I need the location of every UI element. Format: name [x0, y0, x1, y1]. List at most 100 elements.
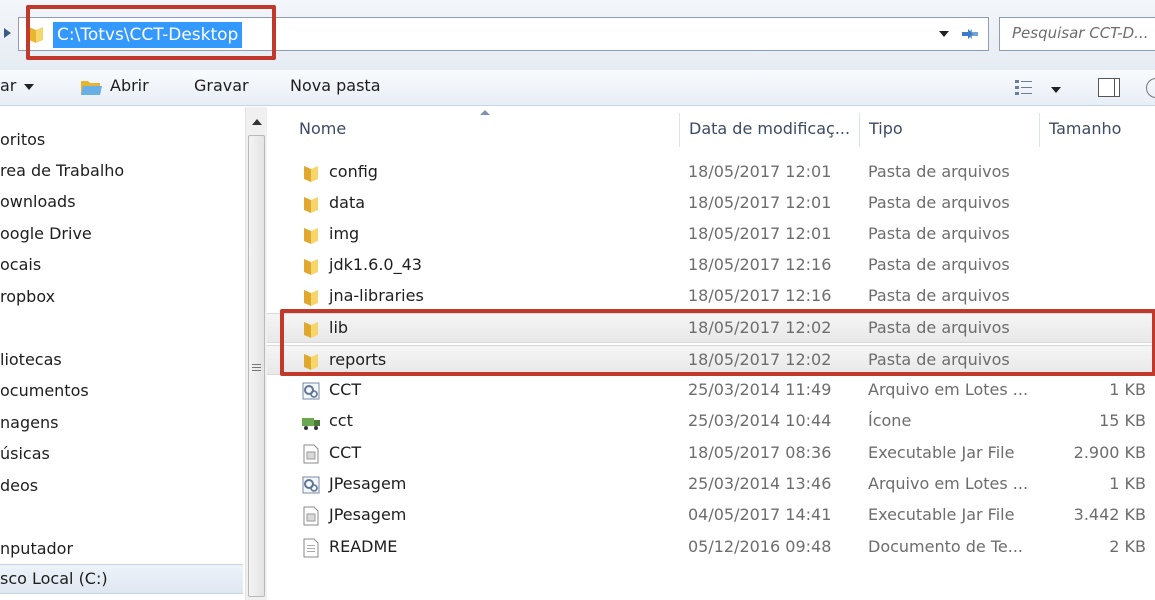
file-name: jdk1.6.0_43 [329, 255, 422, 274]
file-modified-date: 18/05/2017 12:01 [688, 162, 832, 181]
file-row[interactable]: data 18/05/2017 12:01 Pasta de arquivos [267, 189, 1155, 219]
file-name: JPesagem [329, 474, 407, 493]
sidebar-item-desktop[interactable]: rea de Trabalho [0, 161, 124, 180]
file-name: img [329, 224, 360, 243]
file-modified-date: 18/05/2017 12:01 [688, 224, 832, 243]
column-divider[interactable] [859, 113, 860, 147]
file-row[interactable]: jdk1.6.0_43 18/05/2017 12:16 Pasta de arqu… [267, 251, 1155, 281]
file-name: JPesagem [329, 505, 407, 524]
file-row[interactable]: CCT 25/03/2014 11:49 Arquivo em Lotes ... 1… [267, 376, 1155, 406]
file-modified-date: 25/03/2014 10:44 [688, 411, 832, 430]
scrollbar-grip-icon [252, 364, 261, 371]
preview-pane-icon[interactable] [1098, 78, 1120, 97]
help-icon[interactable] [1146, 78, 1155, 98]
file-modified-date: 05/12/2016 09:48 [688, 537, 832, 556]
file-type: Arquivo em Lotes ... [868, 380, 1029, 399]
file-name: README [329, 537, 398, 556]
refresh-icon [962, 29, 978, 39]
file-size: 1 KB [1109, 380, 1146, 399]
file-row[interactable]: cct 25/03/2014 10:44 Ícone 15 KB [267, 407, 1155, 437]
scroll-up-arrow-icon[interactable] [252, 119, 262, 125]
file-modified-date: 18/05/2017 12:16 [688, 255, 832, 274]
new-folder-button[interactable]: Nova pasta [290, 76, 381, 95]
sidebar-item-documents[interactable]: ocumentos [0, 381, 89, 400]
sidebar-scrollbar[interactable] [245, 107, 267, 600]
file-row[interactable]: img 18/05/2017 12:01 Pasta de arquivos [267, 220, 1155, 250]
file-type: Pasta de arquivos [868, 193, 1010, 212]
file-name: CCT [329, 380, 362, 399]
burn-button[interactable]: Gravar [194, 76, 249, 95]
column-header-size[interactable]: Tamanho [1049, 119, 1121, 138]
scrollbar-thumb[interactable] [248, 135, 265, 597]
jar-file-icon [301, 506, 321, 526]
file-size: 2 KB [1109, 537, 1146, 556]
file-name: data [329, 193, 366, 212]
sidebar-item-computer[interactable]: nputador [0, 539, 73, 558]
text-document-icon [301, 538, 321, 558]
sidebar-item-videos[interactable]: deos [0, 476, 38, 495]
file-modified-date: 25/03/2014 11:49 [688, 380, 832, 399]
column-divider[interactable] [1039, 113, 1040, 147]
refresh-button[interactable] [953, 17, 989, 51]
column-divider[interactable] [679, 113, 680, 147]
sidebar-item-libraries[interactable]: liotecas [0, 350, 62, 369]
address-bar-area: C:\Totvs\CCT-Desktop Pesquisar CCT-D... [0, 0, 1155, 70]
batch-file-icon [301, 381, 321, 401]
column-header-name[interactable]: Nome [299, 119, 346, 138]
sidebar-item-recent-places[interactable]: ocais [0, 255, 41, 274]
file-name: cct [329, 411, 353, 430]
folder-icon [301, 256, 321, 276]
file-type: Pasta de arquivos [868, 286, 1010, 305]
file-modified-date: 04/05/2017 14:41 [688, 505, 832, 524]
sidebar-item-local-disk[interactable]: sco Local (C:) [0, 564, 243, 594]
folder-icon [301, 163, 321, 183]
file-row[interactable]: CCT 18/05/2017 08:36 Executable Jar File 2.… [267, 439, 1155, 469]
file-row[interactable]: JPesagem 04/05/2017 14:41 Executable Jar F… [267, 501, 1155, 531]
view-dropdown-icon[interactable] [1051, 87, 1061, 93]
organize-dropdown-icon [24, 83, 35, 90]
file-size: 2.900 KB [1073, 443, 1146, 462]
rows-highlight-box [280, 309, 1155, 376]
search-input[interactable]: Pesquisar CCT-D... [999, 17, 1155, 51]
file-modified-date: 18/05/2017 12:16 [688, 286, 832, 305]
file-size: 1 KB [1109, 474, 1146, 493]
organize-label: ar [0, 76, 17, 95]
file-size: 15 KB [1099, 411, 1146, 430]
open-folder-icon [81, 81, 102, 95]
recent-pages-arrow-icon[interactable] [4, 28, 11, 38]
file-type: Ícone [868, 411, 912, 430]
folder-icon [301, 225, 321, 245]
sidebar-item-google-drive[interactable]: oogle Drive [0, 224, 92, 243]
file-modified-date: 18/05/2017 12:01 [688, 193, 832, 212]
file-modified-date: 18/05/2017 08:36 [688, 443, 832, 462]
address-dropdown-icon[interactable] [939, 31, 949, 37]
sort-ascending-icon [480, 110, 490, 115]
file-row[interactable]: jna-libraries 18/05/2017 12:16 Pasta de ar… [267, 282, 1155, 312]
jar-file-icon [301, 444, 321, 464]
sidebar-item-favorites[interactable]: oritos [0, 130, 45, 149]
file-row[interactable]: README 05/12/2016 09:48 Documento de Te...… [267, 533, 1155, 563]
change-view-icon[interactable] [1014, 78, 1034, 96]
file-name: config [329, 162, 378, 181]
file-name: CCT [329, 443, 362, 462]
open-button[interactable]: Abrir [110, 76, 149, 95]
truck-icon [301, 412, 321, 432]
file-type: Executable Jar File [868, 505, 1015, 524]
file-row[interactable]: config 18/05/2017 12:01 Pasta de arquivos [267, 158, 1155, 188]
file-name: jna-libraries [329, 286, 424, 305]
file-type: Pasta de arquivos [868, 162, 1010, 181]
column-header-type[interactable]: Tipo [869, 119, 903, 138]
sidebar-item-dropbox[interactable]: ropbox [0, 287, 55, 306]
file-row[interactable]: JPesagem 25/03/2014 13:46 Arquivo em Lotes… [267, 470, 1155, 500]
file-modified-date: 25/03/2014 13:46 [688, 474, 832, 493]
file-type: Arquivo em Lotes ... [868, 474, 1029, 493]
sidebar-item-downloads[interactable]: ownloads [0, 192, 76, 211]
sidebar-item-music[interactable]: úsicas [0, 444, 50, 463]
command-bar: ar Abrir Gravar Nova pasta [0, 70, 1155, 106]
sidebar-item-pictures[interactable]: nagens [0, 413, 58, 432]
navigation-pane: oritos rea de Trabalho ownloads oogle Dr… [0, 107, 245, 600]
file-size: 3.442 KB [1073, 505, 1146, 524]
organize-button[interactable]: ar [0, 76, 35, 95]
column-header-modified[interactable]: Data de modificaç... [689, 119, 850, 138]
address-highlight-box [26, 5, 276, 60]
